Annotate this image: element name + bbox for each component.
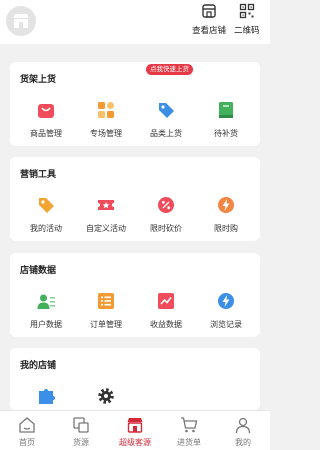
qrcode-button[interactable]: 二维码 <box>234 3 260 36</box>
tag-icon <box>39 198 54 213</box>
view-store-label: 查看店铺 <box>192 26 227 36</box>
shopping-bag-icon <box>38 104 54 118</box>
item-my-activities[interactable]: 我的活动 <box>18 195 74 234</box>
top-header: 查看店铺 二维码 <box>0 0 270 44</box>
bottom-tab-bar: 首页 货源 超级客源 进货单 我的 <box>0 410 270 450</box>
section-title: 店铺数据 <box>20 266 57 276</box>
view-store-button[interactable]: 查看店铺 <box>192 3 226 36</box>
item-label: 商品管理 <box>30 129 62 138</box>
list-icon <box>98 293 114 309</box>
item-label: 收益数据 <box>150 320 182 329</box>
tab-supply[interactable]: 货源 <box>54 411 108 450</box>
item-label: 品类上货 <box>150 129 182 138</box>
item-label: 待补货 <box>214 129 238 138</box>
item-label: 限时砍价 <box>150 224 182 233</box>
item-product-management[interactable]: 商品管理 <box>18 100 74 139</box>
avatar[interactable] <box>6 6 36 36</box>
section-store-data: 店铺数据 用户数据 订单管理 收益数据 浏览记录 <box>10 253 260 337</box>
supply-icon <box>73 417 89 433</box>
item-browse-history[interactable]: 浏览记录 <box>198 291 254 330</box>
item-label: 自定义活动 <box>86 224 126 233</box>
tab-label: 进货单 <box>177 438 201 447</box>
user-card-icon <box>37 294 55 309</box>
tab-mine[interactable]: 我的 <box>216 411 270 450</box>
gear-icon <box>98 388 114 404</box>
store-tag-icon <box>127 418 143 433</box>
tab-label: 货源 <box>73 438 89 447</box>
quick-stock-badge[interactable]: 点我快速上货 <box>146 64 193 75</box>
item-label: 订单管理 <box>90 320 122 329</box>
tag-icon <box>159 103 174 118</box>
item-label: 专场管理 <box>90 129 122 138</box>
cart-icon <box>181 417 198 433</box>
section-my-store: 我的店铺 <box>10 348 260 410</box>
store-icon <box>202 4 216 18</box>
section-marketing-tools: 营销工具 我的活动 自定义活动 限时砍价 限时购 <box>10 157 260 241</box>
qrcode-icon <box>239 3 254 19</box>
item-label: 浏览记录 <box>210 320 242 329</box>
section-title: 我的店铺 <box>20 361 57 371</box>
item-flash-sale[interactable]: 限时购 <box>198 195 254 234</box>
item-label: 限时购 <box>214 224 238 233</box>
chart-icon <box>158 293 174 309</box>
tab-purchase-list[interactable]: 进货单 <box>162 411 216 450</box>
discount-icon <box>158 197 174 213</box>
item-label: 我的活动 <box>30 224 62 233</box>
person-icon <box>235 417 251 434</box>
section-title: 货架上货 <box>20 75 57 85</box>
section-shelf-stocking: 货架上货 商品管理 专场管理 点我快速上货 品类上货 待补货 <box>10 62 260 146</box>
grid-icon <box>98 102 114 118</box>
item-special-management[interactable]: 专场管理 <box>78 100 134 139</box>
item-pending-restock[interactable]: 待补货 <box>198 100 254 139</box>
flash-icon <box>218 293 234 309</box>
item-limited-bargain[interactable]: 限时砍价 <box>138 195 194 234</box>
tab-label: 超级客源 <box>119 438 151 447</box>
item-store-settings[interactable] <box>78 386 134 406</box>
home-icon <box>19 417 35 433</box>
puzzle-icon <box>39 389 55 404</box>
tab-home[interactable]: 首页 <box>0 411 54 450</box>
item-custom-activity[interactable]: 自定义活动 <box>78 195 134 234</box>
item-store-plugin[interactable] <box>18 386 74 406</box>
item-order-management[interactable]: 订单管理 <box>78 291 134 330</box>
tab-label: 我的 <box>235 438 251 447</box>
book-icon <box>219 102 233 118</box>
qrcode-label: 二维码 <box>234 26 260 36</box>
ticket-icon <box>98 200 114 210</box>
flash-icon <box>218 197 234 213</box>
tab-label: 首页 <box>19 438 35 447</box>
store-avatar-icon <box>13 14 29 28</box>
item-category-stocking[interactable]: 品类上货 <box>138 100 194 139</box>
item-label: 用户数据 <box>30 320 62 329</box>
item-user-data[interactable]: 用户数据 <box>18 291 74 330</box>
section-title: 营销工具 <box>20 170 57 180</box>
item-revenue-data[interactable]: 收益数据 <box>138 291 194 330</box>
tab-super-customers[interactable]: 超级客源 <box>108 411 162 450</box>
